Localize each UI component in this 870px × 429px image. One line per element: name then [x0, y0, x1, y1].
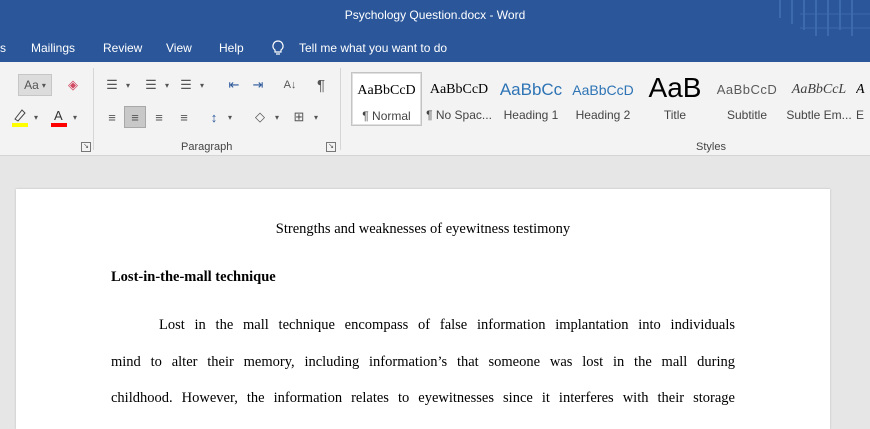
style-heading-1[interactable]: AaBbCc Heading 1	[496, 72, 566, 126]
style-preview: AaBbCcD	[429, 82, 489, 97]
align-right-icon[interactable]: ≡	[150, 106, 168, 128]
svg-text:A: A	[54, 108, 63, 123]
style-name: E	[856, 108, 865, 122]
styles-group-label: Styles	[696, 141, 726, 153]
style-preview: AaBbCcL	[791, 82, 847, 97]
title-bar: Psychology Question.docx - Word	[0, 0, 870, 36]
justify-icon[interactable]: ≡	[175, 106, 193, 128]
increase-indent-icon[interactable]: ⇥	[249, 74, 267, 96]
numbering-icon[interactable]: ☰	[142, 74, 160, 96]
show-formatting-marks-icon[interactable]: ¶	[312, 74, 330, 96]
title-bar-decoration	[779, 0, 870, 36]
tab-mailings[interactable]: Mailings	[31, 41, 75, 55]
ribbon: Aa ▾ ◈ ▾ A ▾ ↘ ☰ ▾ ☰ ▾ ☰ ▾ ⇤ ⇥ A↓ ¶ ≡ ≡ ≡…	[0, 62, 870, 156]
lightbulb-icon	[272, 40, 284, 55]
tab-insert-partial[interactable]: s	[0, 41, 6, 55]
chevron-down-icon[interactable]: ▾	[123, 74, 133, 96]
sort-icon[interactable]: A↓	[281, 74, 299, 96]
font-dialog-launcher[interactable]: ↘	[81, 142, 91, 152]
shading-icon[interactable]: ◇	[251, 106, 269, 128]
document-text-line: mind to alter their memory, including in…	[111, 354, 735, 370]
align-center-icon[interactable]: ≡	[124, 106, 146, 128]
tab-view[interactable]: View	[166, 41, 192, 55]
tell-me-search[interactable]: Tell me what you want to do	[299, 41, 447, 55]
group-separator	[93, 68, 94, 150]
style-name: Title	[663, 108, 687, 122]
style-name: Heading 1	[503, 108, 559, 122]
tab-help[interactable]: Help	[219, 41, 244, 55]
chevron-down-icon[interactable]: ▾	[197, 74, 207, 96]
style-emphasis-partial[interactable]: A E	[856, 72, 870, 126]
style-preview: AaBbCcD	[572, 82, 634, 98]
ribbon-tabs: s Mailings Review View Help Tell me what…	[0, 36, 870, 62]
document-workspace: Strengths and weaknesses of eyewitness t…	[0, 157, 870, 429]
style-name: ¶ Normal	[362, 109, 411, 123]
chevron-down-icon[interactable]: ▾	[31, 106, 41, 128]
style-subtitle[interactable]: AaBbCcD Subtitle	[712, 72, 782, 126]
style-no-spacing[interactable]: AaBbCcD ¶ No Spac...	[424, 72, 494, 126]
multilevel-list-icon[interactable]: ☰	[177, 74, 195, 96]
chevron-down-icon[interactable]: ▾	[311, 106, 321, 128]
document-text-line: Lost in the mall technique encompass of …	[159, 317, 735, 333]
bullets-icon[interactable]: ☰	[103, 74, 121, 96]
change-case-label: Aa	[24, 78, 39, 92]
decrease-indent-icon[interactable]: ⇤	[225, 74, 243, 96]
paragraph-dialog-launcher[interactable]: ↘	[326, 142, 336, 152]
style-subtle-emphasis[interactable]: AaBbCcL Subtle Em...	[784, 72, 854, 126]
style-heading-2[interactable]: AaBbCcD Heading 2	[568, 72, 638, 126]
chevron-down-icon[interactable]: ▾	[272, 106, 282, 128]
style-name: Heading 2	[575, 108, 631, 122]
tab-review[interactable]: Review	[103, 41, 142, 55]
group-separator	[340, 68, 341, 150]
borders-icon[interactable]: ⊞	[290, 106, 308, 128]
style-preview: AaBbCcD	[357, 83, 416, 98]
chevron-down-icon[interactable]: ▾	[225, 106, 235, 128]
style-preview: AaB	[648, 72, 702, 103]
change-case-button[interactable]: Aa ▾	[18, 74, 52, 96]
font-color-icon[interactable]: A	[49, 106, 69, 128]
document-page[interactable]: Strengths and weaknesses of eyewitness t…	[16, 189, 830, 429]
window-title: Psychology Question.docx - Word	[344, 8, 526, 22]
line-spacing-icon[interactable]: ↕	[205, 106, 223, 128]
style-normal[interactable]: AaBbCcD ¶ Normal	[351, 72, 422, 126]
style-preview: AaBbCc	[499, 80, 563, 99]
document-heading: Lost-in-the-mall technique	[111, 269, 276, 285]
document-title: Strengths and weaknesses of eyewitness t…	[275, 221, 571, 237]
highlight-color-icon[interactable]	[10, 106, 30, 128]
chevron-down-icon[interactable]: ▾	[70, 106, 80, 128]
style-name: Subtitle	[726, 108, 768, 122]
style-preview: A	[856, 82, 865, 97]
chevron-down-icon[interactable]: ▾	[162, 74, 172, 96]
style-name: ¶ No Spac...	[426, 108, 492, 122]
clear-formatting-icon[interactable]: ◈	[63, 74, 83, 96]
paragraph-group-label: Paragraph	[181, 141, 233, 153]
style-name: Subtle Em...	[786, 108, 852, 122]
chevron-down-icon: ▾	[41, 80, 46, 90]
style-preview: AaBbCcD	[716, 82, 778, 97]
style-title[interactable]: AaB Title	[640, 72, 710, 126]
document-text-line: childhood. However, the information rela…	[111, 390, 735, 406]
align-left-icon[interactable]: ≡	[103, 106, 121, 128]
